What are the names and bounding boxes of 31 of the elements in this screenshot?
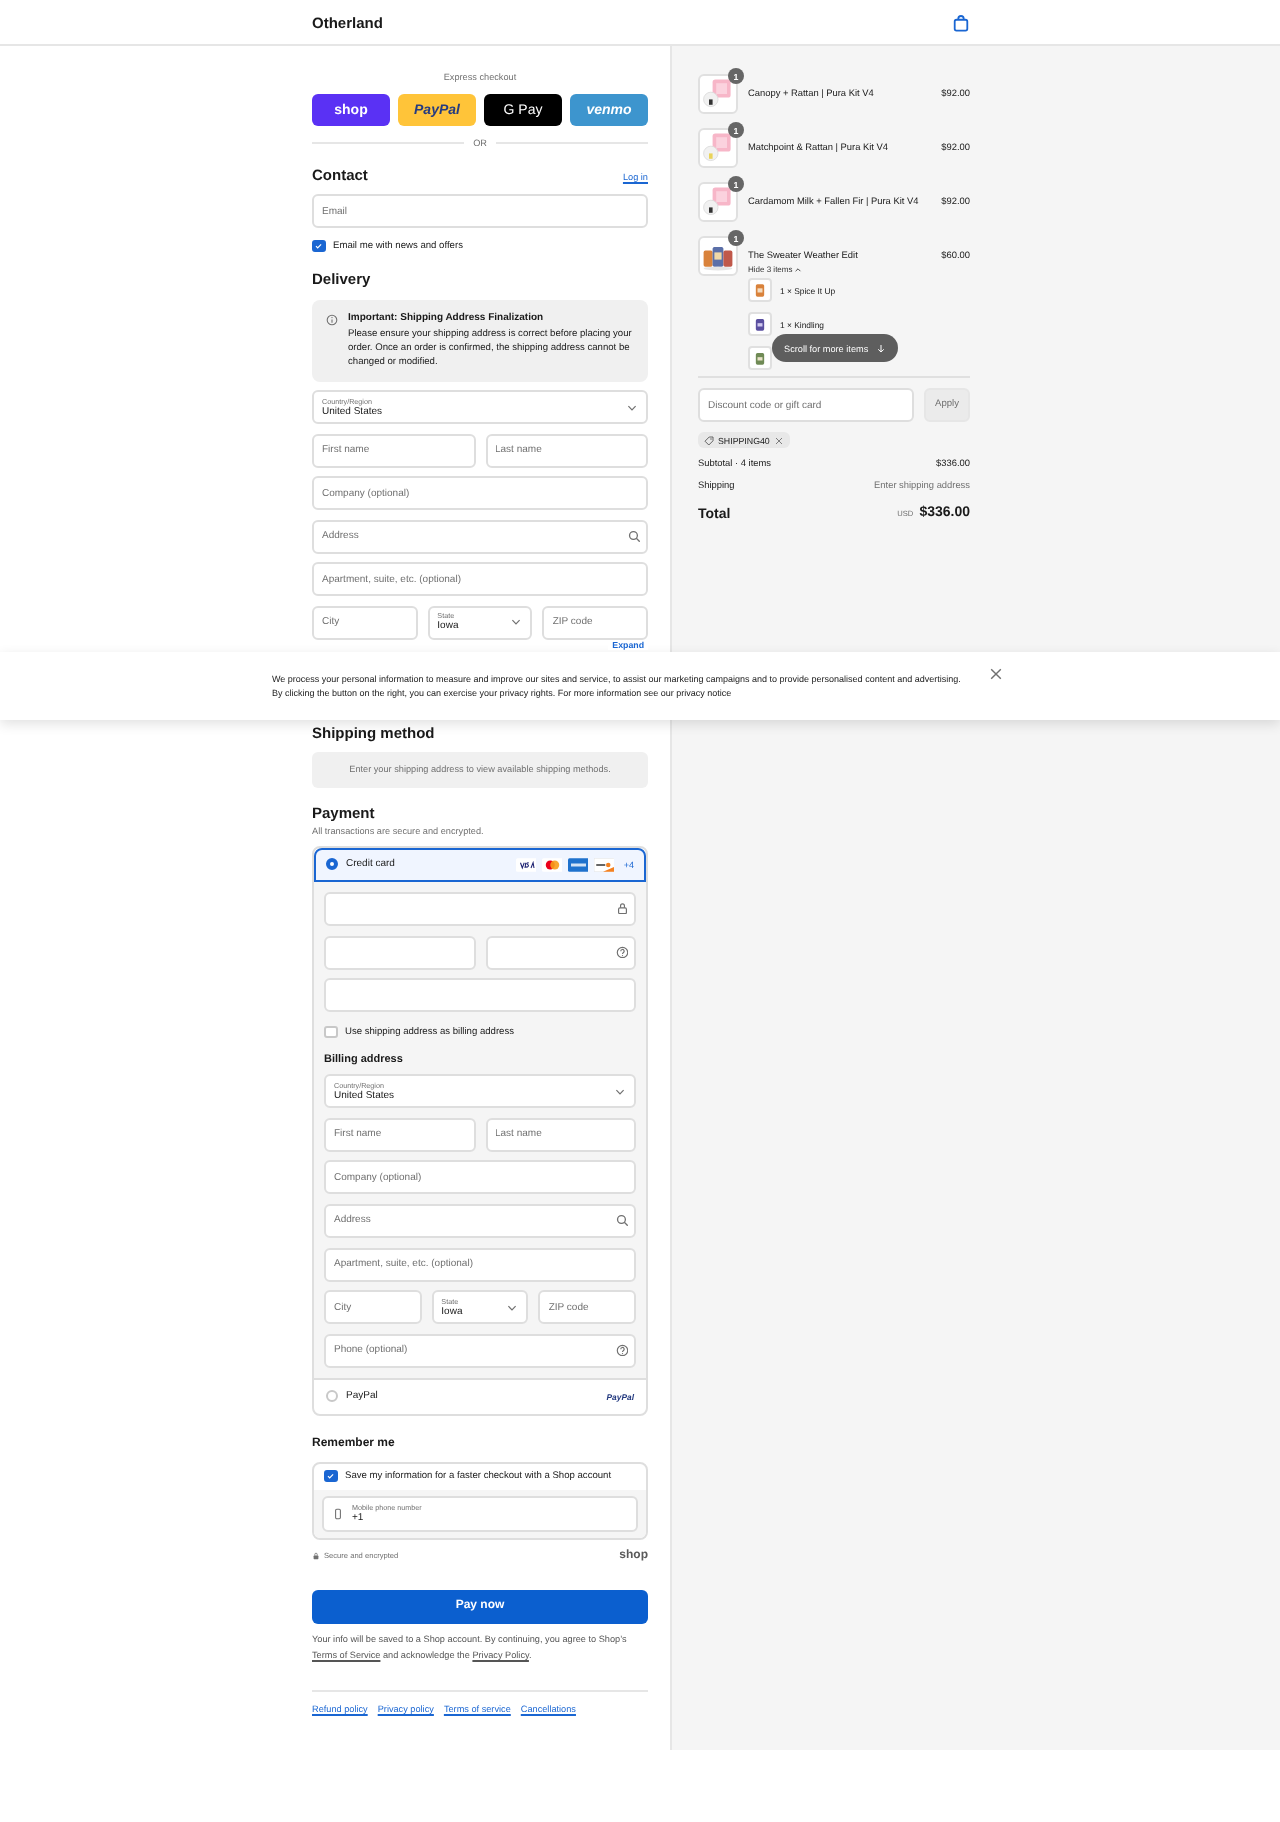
checkbox[interactable] xyxy=(312,239,325,253)
caret-icon xyxy=(794,265,803,273)
card-logo-icon xyxy=(567,857,589,872)
card-logo-icon xyxy=(541,857,563,872)
help-icon xyxy=(615,1343,628,1357)
checkbox[interactable] xyxy=(324,1025,337,1039)
remove-icon[interactable] xyxy=(773,435,784,445)
input-field[interactable] xyxy=(485,935,636,970)
phone-icon xyxy=(332,1507,344,1520)
chevron-icon xyxy=(614,1085,626,1098)
lock-icon xyxy=(615,901,628,915)
card-logo-icon xyxy=(515,857,537,872)
card-logo-icon xyxy=(593,857,615,872)
bag-icon[interactable] xyxy=(952,13,970,31)
chevron-icon xyxy=(506,1301,519,1314)
radio-button[interactable] xyxy=(326,1390,338,1403)
input-field[interactable] xyxy=(324,891,636,926)
info-icon xyxy=(326,314,338,326)
search-icon xyxy=(615,1213,628,1227)
arrow-down-icon xyxy=(876,343,887,353)
search-icon xyxy=(627,529,640,543)
lock-icon xyxy=(312,1552,320,1561)
chevron-icon xyxy=(626,401,638,413)
checkbox[interactable] xyxy=(324,1469,337,1483)
close-button[interactable] xyxy=(988,666,1004,682)
tag-icon xyxy=(704,435,714,445)
input-field[interactable] xyxy=(324,978,636,1013)
help-icon xyxy=(615,945,628,959)
chevron-icon xyxy=(510,616,523,629)
input-field[interactable] xyxy=(324,935,475,970)
radio-button[interactable] xyxy=(326,858,338,871)
